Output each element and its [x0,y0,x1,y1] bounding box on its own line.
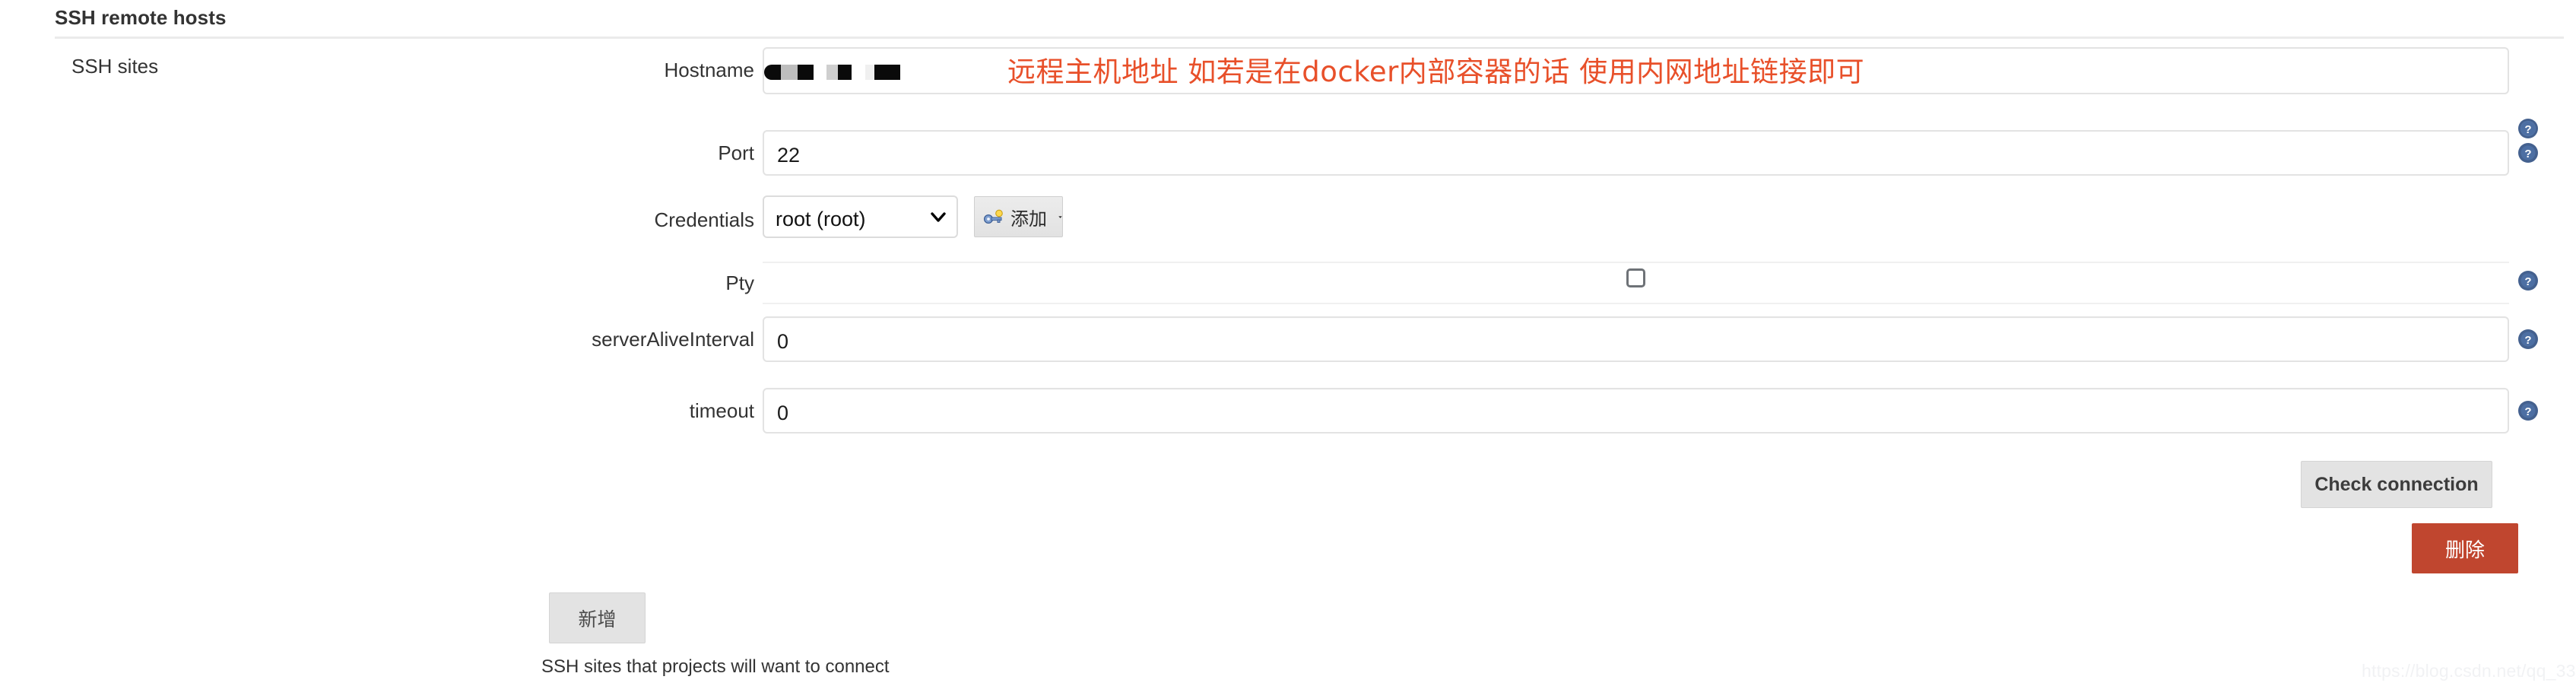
timeout-input[interactable]: 0 [763,388,2509,434]
svg-text:?: ? [2524,148,2531,160]
server-alive-interval-input[interactable]: 0 [763,316,2509,362]
pty-label: Pty [725,272,754,294]
key-icon [983,209,1003,224]
port-input[interactable]: 22 [763,130,2509,176]
help-icon-port[interactable]: ? [2517,142,2539,164]
form-row-server-alive-interval: serverAliveInterval 0 ? [0,316,2576,362]
add-credentials-button[interactable]: 添加 [974,196,1063,237]
page-title: SSH remote hosts [55,6,227,29]
port-label: Port [718,141,754,164]
svg-text:?: ? [2524,405,2531,418]
credentials-label: Credentials [654,208,754,231]
help-icon-pty[interactable]: ? [2517,270,2539,291]
redacted-hostname-value [764,65,900,80]
pty-checkbox[interactable] [1626,268,1645,287]
help-icon-server-alive-interval[interactable]: ? [2517,329,2539,350]
hostname-label: Hostname [664,59,755,81]
add-site-button[interactable]: 新增 [549,592,646,643]
section-header: SSH remote hosts [0,0,2576,40]
add-credentials-caret-icon[interactable] [1058,213,1062,221]
delete-button[interactable]: 删除 [2412,523,2518,573]
server-alive-interval-label: serverAliveInterval [592,328,754,351]
port-value: 22 [777,144,801,167]
timeout-value: 0 [777,402,789,424]
form-row-timeout: timeout 0 ? [0,388,2576,434]
chevron-down-icon [931,212,946,222]
credentials-selected-value: root (root) [776,208,866,230]
svg-text:?: ? [2524,334,2531,347]
timeout-label: timeout [689,399,754,422]
check-connection-button[interactable]: Check connection [2301,461,2492,508]
annotation-hostname-note: 远程主机地址 如若是在docker内部容器的话 使用内网地址链接即可 [1007,56,1865,88]
footer-help-text: SSH sites that projects will want to con… [541,656,890,677]
add-credentials-label: 添加 [1010,208,1047,230]
header-divider [55,37,2564,39]
form-row-port: Port 22 ? [0,130,2576,176]
server-alive-interval-value: 0 [777,330,789,353]
svg-text:?: ? [2524,275,2531,288]
help-icon-timeout[interactable]: ? [2517,400,2539,421]
credentials-select[interactable]: root (root) [763,195,958,238]
watermark: https://blog.csdn.net/qq_33144515 [2362,661,2576,681]
